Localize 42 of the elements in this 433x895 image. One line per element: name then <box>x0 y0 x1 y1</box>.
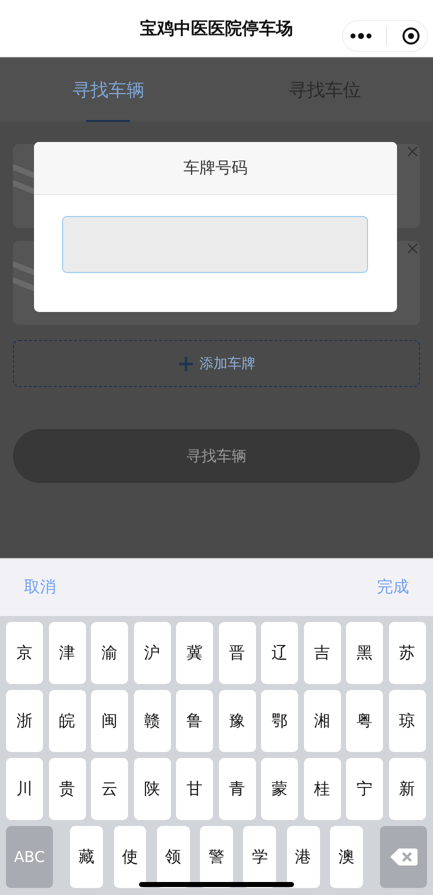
keyboard-key[interactable]: 领 <box>156 826 190 888</box>
keyboard-key[interactable]: 冀 <box>176 622 213 684</box>
keyboard-key[interactable]: 晋 <box>218 622 256 684</box>
keyboard-key[interactable]: 吉 <box>304 622 340 684</box>
keyboard-key[interactable]: 鲁 <box>176 690 213 752</box>
keyboard-key[interactable]: 桂 <box>304 758 340 820</box>
keyboard-key[interactable]: 湘 <box>304 690 340 752</box>
search-vehicle-button[interactable]: 寻找车辆 <box>13 429 420 483</box>
dialog-title: 车牌号码 <box>34 142 397 195</box>
keyboard-key[interactable]: 赣 <box>134 690 170 752</box>
keyboard-key[interactable]: 渝 <box>91 622 128 684</box>
keyboard-key[interactable]: 豫 <box>218 690 256 752</box>
keyboard-key[interactable]: 津 <box>48 622 86 684</box>
keyboard-key[interactable]: 京 <box>6 622 43 684</box>
keyboard-key[interactable]: 青 <box>218 758 256 820</box>
keyboard-key[interactable]: 澳 <box>330 826 363 888</box>
keyboard-key[interactable]: 新 <box>388 758 426 820</box>
keyboard-key[interactable]: 港 <box>286 826 320 888</box>
keyboard-key[interactable]: 学 <box>243 826 276 888</box>
keyboard-key[interactable]: 闽 <box>91 690 128 752</box>
keyboard-key[interactable]: 黑 <box>346 622 383 684</box>
add-plate-button[interactable]: 添加车牌 <box>13 340 420 387</box>
keyboard-key[interactable]: 警 <box>200 826 233 888</box>
keyboard-key[interactable]: 宁 <box>346 758 383 820</box>
keyboard-key[interactable]: 沪 <box>134 622 170 684</box>
keyboard-key[interactable]: 鄂 <box>261 690 298 752</box>
keyboard-key[interactable]: 皖 <box>48 690 86 752</box>
keyboard-key[interactable]: 浙 <box>6 690 43 752</box>
keyboard-key[interactable]: 川 <box>6 758 43 820</box>
keyboard-key[interactable]: 陕 <box>134 758 170 820</box>
keyboard-key[interactable]: 蒙 <box>261 758 298 820</box>
keyboard-key[interactable]: 粤 <box>346 690 383 752</box>
keyboard-key[interactable]: 使 <box>114 826 146 888</box>
keyboard-key[interactable]: 贵 <box>48 758 86 820</box>
keyboard-key[interactable]: 藏 <box>70 826 103 888</box>
keyboard-key[interactable]: 云 <box>91 758 128 820</box>
page-title: 宝鸡中医医院停车场 <box>140 18 293 40</box>
keyboard-key[interactable]: 甘 <box>176 758 213 820</box>
add-plate-label: 添加车牌 <box>200 354 256 372</box>
keyboard-key[interactable]: 琼 <box>388 690 426 752</box>
keyboard-key[interactable]: 辽 <box>261 622 298 684</box>
keyboard-key[interactable]: 苏 <box>388 622 426 684</box>
